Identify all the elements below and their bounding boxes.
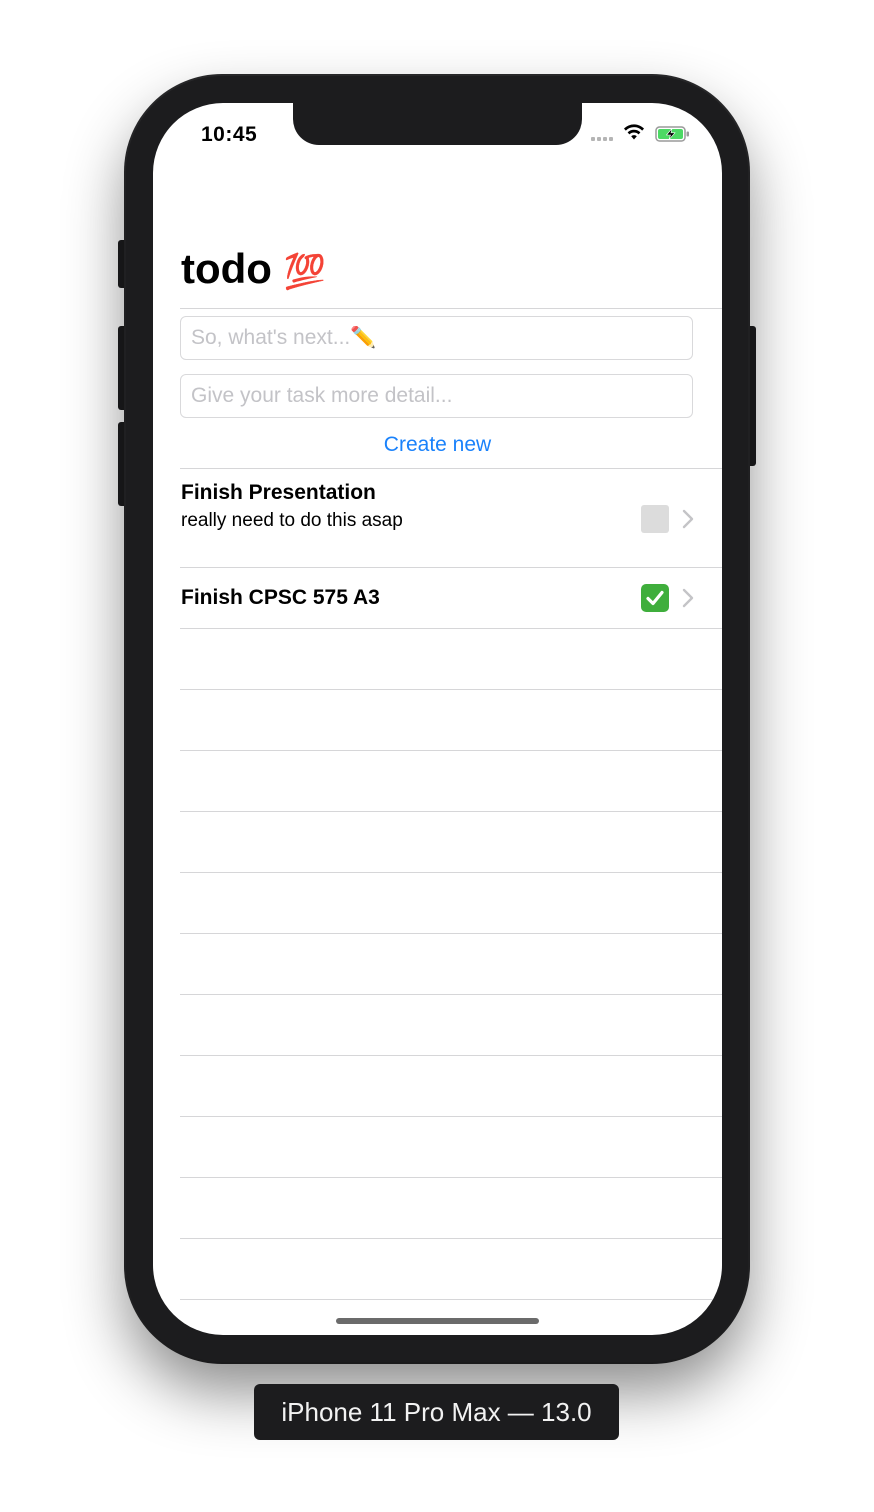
row-separator xyxy=(180,1055,722,1056)
row-separator xyxy=(180,628,722,629)
row-separator xyxy=(180,994,722,995)
create-new-button[interactable]: Create new xyxy=(153,433,722,457)
simulator-window: 10:45 todo 💯 So, what's next...✏️ Give y… xyxy=(0,0,874,1512)
cellular-signal-icon xyxy=(591,137,617,143)
chevron-right-icon xyxy=(682,509,694,529)
hundred-points-icon: 💯 xyxy=(283,253,326,291)
checkmark-icon xyxy=(646,590,664,606)
todo-row[interactable]: Finish CPSC 575 A3 xyxy=(180,568,695,628)
phone-screen: 10:45 todo 💯 So, what's next...✏️ Give y… xyxy=(153,103,722,1335)
row-separator xyxy=(180,1299,722,1300)
notch xyxy=(293,103,582,145)
row-separator xyxy=(180,872,722,873)
completed-checkbox-icon[interactable] xyxy=(641,584,669,612)
todo-row[interactable]: Finish Presentation really need to do th… xyxy=(180,469,695,567)
todo-title: Finish Presentation xyxy=(181,481,376,504)
row-separator xyxy=(180,1177,722,1178)
row-separator xyxy=(180,811,722,812)
device-label: iPhone 11 Pro Max — 13.0 xyxy=(254,1384,619,1440)
title-text: todo xyxy=(181,245,272,292)
row-separator xyxy=(180,1238,722,1239)
row-separator xyxy=(180,750,722,751)
home-indicator[interactable] xyxy=(336,1318,539,1324)
incomplete-checkbox-icon[interactable] xyxy=(641,505,669,533)
wifi-icon xyxy=(624,124,644,140)
chevron-right-icon xyxy=(682,588,694,608)
task-detail-field[interactable] xyxy=(180,374,693,418)
status-time: 10:45 xyxy=(201,123,258,146)
row-separator xyxy=(180,1116,722,1117)
todo-detail: really need to do this asap xyxy=(181,510,403,531)
todo-title: Finish CPSC 575 A3 xyxy=(181,586,380,609)
battery-charging-icon xyxy=(655,126,689,142)
task-detail-input[interactable] xyxy=(181,375,692,417)
title-separator xyxy=(180,308,722,309)
row-separator xyxy=(180,689,722,690)
task-title-input[interactable] xyxy=(181,317,692,359)
row-separator xyxy=(180,933,722,934)
task-title-field[interactable] xyxy=(180,316,693,360)
page-title: todo 💯 xyxy=(181,245,326,293)
